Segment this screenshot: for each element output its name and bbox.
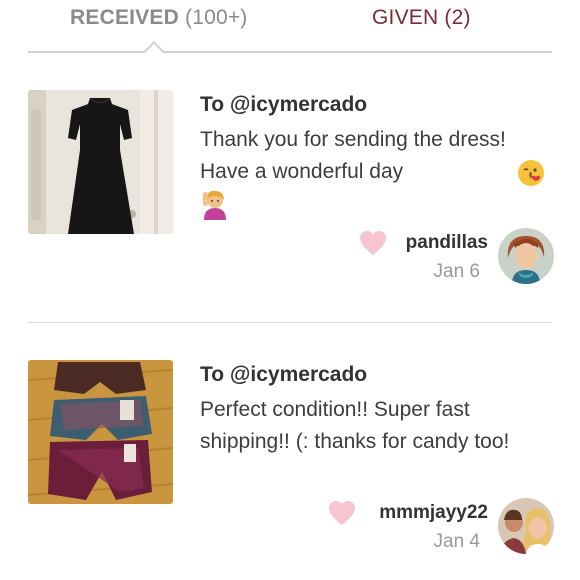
- reviewer-username[interactable]: mmmjayy22: [379, 502, 488, 524]
- person-raising-hand-emoji-icon: [200, 188, 232, 220]
- tab-received-label: RECEIVED: [70, 6, 179, 29]
- black-dress-photo-icon: [28, 90, 173, 234]
- review-date: Jan 6: [433, 261, 480, 282]
- heart-icon[interactable]: [359, 230, 387, 256]
- listing-photo[interactable]: [28, 360, 173, 504]
- tab-received[interactable]: RECEIVED (100+): [70, 6, 248, 30]
- review-date: Jan 4: [433, 531, 480, 552]
- review-message-text: Thank you for sending the dress! Have a …: [200, 128, 506, 183]
- active-tab-caret: [144, 41, 164, 61]
- listing-photo[interactable]: [28, 90, 173, 234]
- face-blowing-kiss-emoji-icon: [516, 158, 548, 190]
- review-separator: [28, 322, 552, 323]
- tab-given[interactable]: GIVEN (2): [372, 6, 471, 30]
- review-recipient: To @icymercado: [200, 363, 368, 386]
- review-tabs: RECEIVED (100+) GIVEN (2): [0, 0, 580, 61]
- shorts-photo-icon: [28, 360, 173, 504]
- tab-received-count: (100+): [185, 6, 248, 29]
- reviewer-username[interactable]: pandillas: [406, 232, 488, 254]
- heart-icon[interactable]: [328, 500, 356, 526]
- tab-divider: [28, 51, 552, 53]
- reviewer-avatar[interactable]: [498, 498, 554, 554]
- review-recipient: To @icymercado: [200, 93, 368, 116]
- review-message: Thank you for sending the dress! Have a …: [200, 124, 530, 188]
- reviewer-avatar[interactable]: [498, 228, 554, 284]
- review-message: Perfect condition!! Super fast shipping!…: [200, 398, 510, 453]
